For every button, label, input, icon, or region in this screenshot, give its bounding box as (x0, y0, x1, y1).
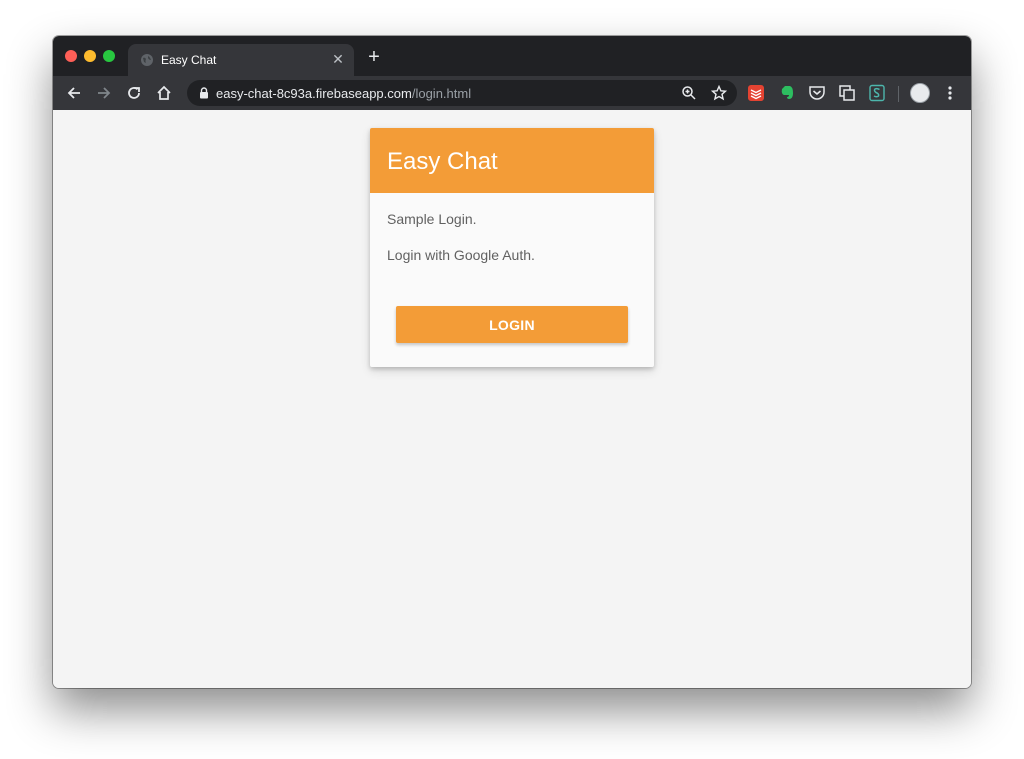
url-path: /login.html (411, 86, 472, 101)
card-text-google-auth: Login with Google Auth. (387, 247, 535, 263)
toolbar-separator (898, 86, 899, 102)
evernote-extension-icon[interactable] (778, 84, 796, 102)
profile-avatar[interactable] (910, 83, 930, 103)
tab-easy-chat[interactable]: Easy Chat ✕ (128, 44, 354, 76)
zoom-icon[interactable] (681, 85, 697, 101)
lock-icon[interactable] (199, 87, 209, 99)
zoom-window-button[interactable] (103, 50, 115, 62)
url-host: easy-chat-8c93a.firebaseapp.com (216, 86, 412, 101)
card-title: Easy Chat (387, 148, 498, 175)
globe-icon (141, 54, 153, 66)
card-text-sample-login: Sample Login. (387, 211, 477, 227)
card-header: Easy Chat (370, 128, 654, 193)
login-card: Easy Chat Sample Login. Login with Googl… (370, 128, 654, 367)
tab-title: Easy Chat (161, 53, 217, 67)
url-text[interactable]: easy-chat-8c93a.firebaseapp.com/login.ht… (216, 86, 471, 101)
login-button[interactable]: LOGIN (396, 306, 628, 343)
copy-extension-icon[interactable] (838, 84, 856, 102)
s-extension-icon[interactable] (868, 84, 886, 102)
tab-strip: Easy Chat ✕ + (53, 36, 971, 76)
more-menu-icon[interactable] (945, 84, 955, 102)
close-window-button[interactable] (65, 50, 77, 62)
minimize-window-button[interactable] (84, 50, 96, 62)
browser-window: Easy Chat ✕ + easy-chat-8c93a.firebaseap… (53, 36, 971, 688)
forward-icon[interactable] (94, 83, 114, 103)
bookmark-star-icon[interactable] (711, 85, 727, 101)
close-tab-icon[interactable]: ✕ (331, 52, 345, 66)
address-bar[interactable]: easy-chat-8c93a.firebaseapp.com/login.ht… (187, 80, 737, 106)
todoist-extension-icon[interactable] (747, 84, 765, 102)
page-content: Easy Chat Sample Login. Login with Googl… (53, 110, 971, 688)
browser-toolbar: easy-chat-8c93a.firebaseapp.com/login.ht… (53, 76, 971, 110)
home-icon[interactable] (154, 83, 174, 103)
new-tab-button[interactable]: + (365, 47, 383, 67)
back-icon[interactable] (64, 83, 84, 103)
reload-icon[interactable] (124, 83, 144, 103)
pocket-extension-icon[interactable] (808, 84, 826, 102)
